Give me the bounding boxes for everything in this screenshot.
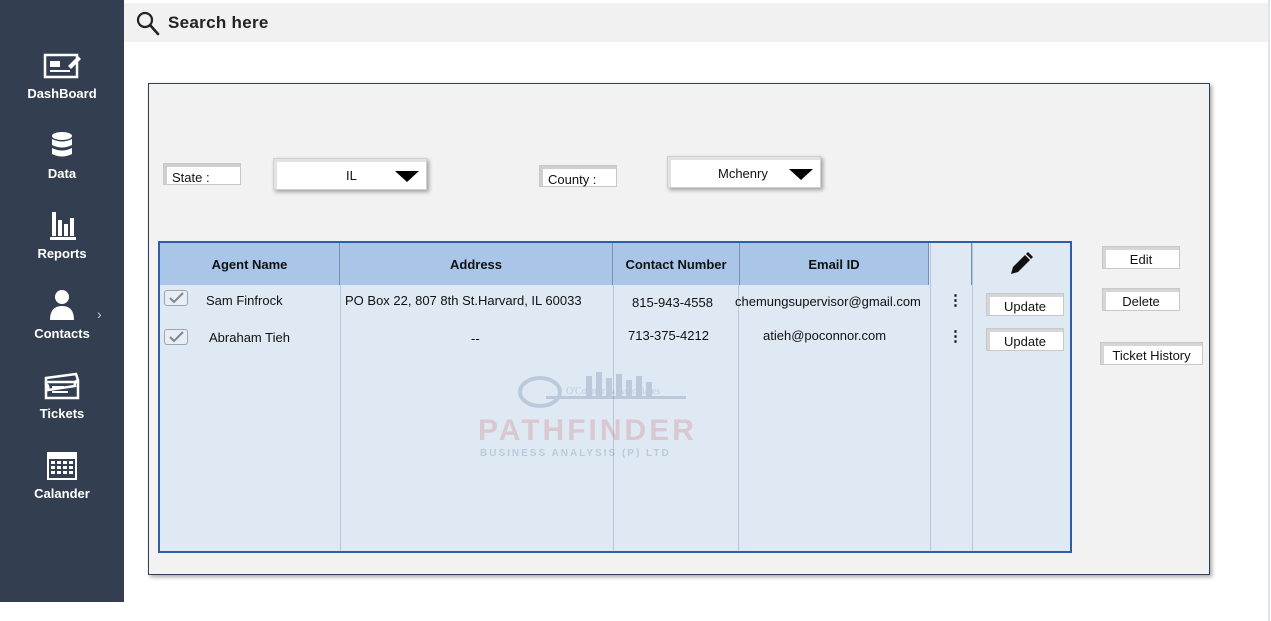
column-divider [738,243,739,551]
nav-tickets[interactable]: Tickets [0,370,124,440]
cell-address: PO Box 22, 807 8th St.Harvard, IL 60033 [345,293,582,308]
edit-button[interactable]: Edit [1102,246,1180,269]
nav-reports[interactable]: Reports [0,210,124,280]
cell-email: atieh@poconnor.com [763,328,887,343]
header-contact-number: Contact Number [613,243,740,285]
cell-agent-name: Abraham Tieh [209,330,290,345]
cell-address: -- [471,331,480,346]
dashboard-icon [43,53,81,79]
watermark-line1: O'Connor & Associates [566,386,660,397]
search-input[interactable]: Search here [168,13,269,33]
county-dropdown[interactable]: Mchenry [667,156,821,188]
row-checkbox[interactable] [164,290,188,306]
nav-contacts-label: Contacts [34,326,90,341]
database-icon [52,132,72,157]
watermark-line3: BUSINESS ANALYSIS (P) LTD [480,448,671,459]
state-dropdown[interactable]: IL [273,158,427,190]
watermark-line2: PATHFINDER [478,414,697,447]
person-icon [50,290,74,320]
state-dropdown-value: IL [346,168,357,183]
column-divider [930,243,931,551]
header-agent-name: Agent Name [160,243,340,285]
checkmark-icon [169,331,184,343]
row-menu-icon[interactable]: ⋮ [948,291,963,309]
search-bar[interactable]: Search here [124,3,1268,42]
nav-contacts[interactable]: Contacts › [0,290,124,360]
cell-contact-number: 713-375-4212 [628,328,709,343]
delete-button[interactable]: Delete [1102,288,1180,311]
row-menu-icon[interactable]: ⋮ [948,327,963,345]
update-button[interactable]: Update [986,293,1064,316]
search-icon[interactable] [136,11,160,37]
header-edit[interactable] [972,243,1070,285]
chevron-down-icon [395,171,419,182]
watermark-logo: O'Connor & Associates PATHFINDER BUSINES… [476,372,736,462]
sidebar: DashBoard Data Reports Contacts › Ticket… [0,0,124,602]
cell-email: chemungsupervisor@gmail.com [735,294,921,309]
row-checkbox[interactable] [164,329,188,345]
pencil-icon[interactable] [1008,251,1034,277]
update-button[interactable]: Update [986,328,1064,351]
nav-dashboard[interactable]: DashBoard [0,50,124,120]
chevron-down-icon [789,169,813,180]
county-label: County : [539,165,617,187]
header-email-id: Email ID [740,243,929,285]
nav-reports-label: Reports [37,246,87,261]
cell-contact-number: 815-943-4558 [632,295,713,310]
checkmark-icon [169,292,184,304]
header-menu [929,243,972,285]
right-divider [1268,0,1270,621]
nav-data-label: Data [47,166,77,181]
column-divider [340,243,341,551]
ticket-history-button[interactable]: Ticket History [1100,342,1203,365]
nav-tickets-label: Tickets [39,406,85,421]
cell-agent-name: Sam Finfrock [206,293,283,308]
calendar-icon [47,452,77,480]
bar-chart-icon [50,212,76,240]
nav-calendar[interactable]: Calander [0,450,124,520]
county-dropdown-value: Mchenry [718,166,768,181]
nav-data[interactable]: Data [0,130,124,200]
header-address: Address [340,243,613,285]
ticket-icon [44,372,80,400]
chevron-right-icon[interactable]: › [97,306,102,322]
state-label: State : [163,163,241,185]
nav-calendar-label: Calander [34,486,90,501]
column-divider [972,243,973,551]
nav-dashboard-label: DashBoard [27,86,97,101]
